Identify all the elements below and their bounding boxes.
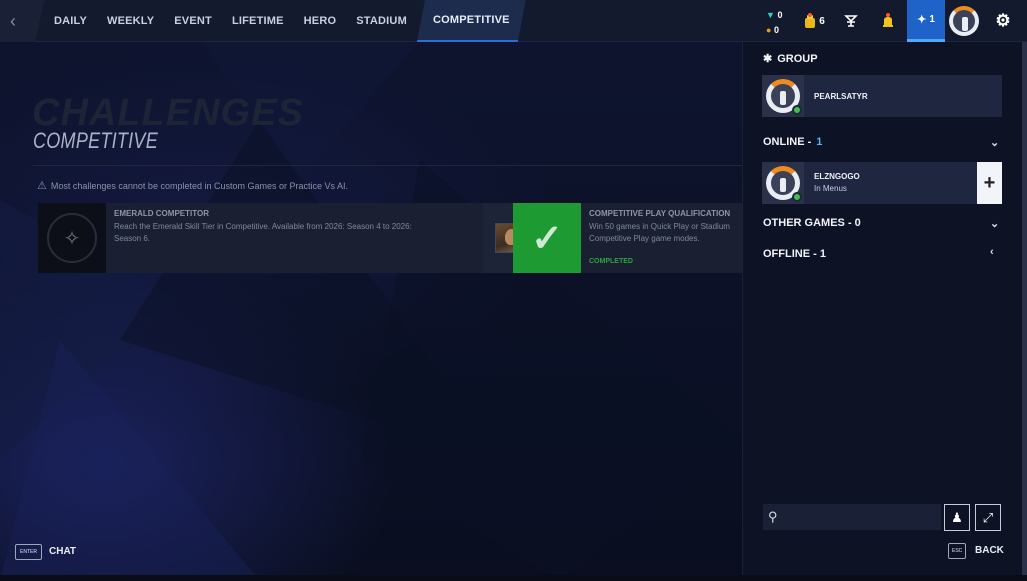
diamond-icon: ▼ — [766, 10, 775, 20]
lootbox-button[interactable]: 6 — [800, 0, 828, 42]
scrollbar[interactable] — [1022, 42, 1027, 575]
tab-daily[interactable]: DAILY — [44, 0, 97, 42]
group-member-name: PEARLSATYR — [814, 92, 868, 101]
tab-hero[interactable]: HERO — [294, 0, 347, 42]
expand-panel-button[interactable]: ⤢ — [975, 504, 1001, 531]
divider — [33, 165, 743, 166]
chevron-left-icon: ‹ — [10, 11, 16, 31]
tab-competitive[interactable]: COMPETITIVE — [417, 0, 526, 42]
tab-lifetime[interactable]: LIFETIME — [222, 0, 294, 42]
challenge-description: Win 50 games in Quick Play or Stadium Co… — [589, 222, 730, 243]
chevron-down-icon[interactable]: ⌄ — [990, 136, 999, 149]
trophy-icon — [844, 15, 858, 27]
other-games-label: OTHER GAMES - 0 — [763, 217, 861, 229]
challenge-card[interactable]: ✓ COMPETITIVE PLAY QUALIFICATION Win 50 … — [513, 203, 753, 273]
emerald-rank-icon: ✧ — [47, 213, 97, 263]
online-status-dot — [792, 192, 802, 202]
credits-value: 0 — [773, 25, 779, 35]
avatar — [762, 162, 804, 204]
other-games-header[interactable]: OTHER GAMES - 0 — [763, 217, 861, 229]
tab-weekly[interactable]: WEEKLY — [97, 0, 164, 42]
chat-key-hint: ENTER — [15, 544, 42, 560]
offline-label: OFFLINE - 1 — [763, 248, 826, 260]
currency-display: ▼ 0 ● 0 — [766, 8, 782, 38]
tab-stadium[interactable]: STADIUM — [346, 0, 417, 42]
chevron-left-icon[interactable]: ‹ — [990, 246, 994, 258]
chevron-down-icon[interactable]: ⌄ — [990, 217, 999, 230]
plus-icon: + — [983, 171, 996, 194]
avatar — [949, 6, 979, 36]
add-friend-icon: ♟ — [951, 509, 963, 525]
online-status-dot — [792, 105, 802, 115]
chat-button[interactable]: CHAT — [49, 546, 76, 557]
checkmark-icon: ✓ — [531, 217, 563, 260]
completed-label: COMPLETED — [589, 258, 633, 265]
paw-icon: ✱ — [763, 53, 773, 65]
friend-status: In Menus — [814, 184, 847, 193]
social-panel: ✱ GROUP PEARLSATYR ONLINE - 1 ⌄ ELZNGOGO… — [742, 42, 1022, 575]
warning-text: Most challenges cannot be completed in C… — [50, 180, 349, 191]
settings-button[interactable]: ⚙ — [988, 0, 1018, 42]
search-input[interactable] — [787, 507, 937, 527]
back-nav-button[interactable]: ‹ — [0, 0, 44, 42]
expand-icon: ⤢ — [982, 509, 994, 525]
group-member-row[interactable]: PEARLSATYR — [762, 75, 1002, 117]
challenge-card[interactable]: ✧ EMERALD COMPETITOR Reach the Emerald S… — [38, 203, 539, 273]
friend-search[interactable]: ⚲ — [763, 504, 941, 530]
gear-icon: ⚙ — [995, 11, 1011, 30]
friend-row[interactable]: ELZNGOGO In Menus + — [762, 162, 1002, 204]
group-label: GROUP — [777, 52, 818, 65]
invite-button[interactable]: + — [977, 162, 1002, 204]
online-label: ONLINE - — [763, 136, 812, 148]
challenge-tabs: DAILY WEEKLY EVENT LIFETIME HERO STADIUM… — [44, 0, 526, 42]
challenge-description: Reach the Emerald Skill Tier in Competit… — [114, 222, 412, 243]
notifications-button[interactable] — [876, 0, 900, 42]
profile-avatar-button[interactable] — [946, 0, 982, 42]
offline-header[interactable]: OFFLINE - 1 — [763, 248, 826, 260]
challenge-title: COMPETITIVE PLAY QUALIFICATION — [589, 209, 731, 218]
warning-message: ⚠ Most challenges cannot be completed in… — [37, 179, 348, 192]
online-count: 1 — [816, 136, 823, 148]
avatar — [762, 75, 804, 117]
group-header: ✱ GROUP — [763, 52, 818, 66]
esc-key-hint: ESC — [948, 543, 967, 559]
friends-button[interactable]: ✦ 1 — [907, 0, 945, 42]
add-friend-button[interactable]: ♟ — [944, 504, 970, 531]
search-icon: ⚲ — [768, 509, 778, 524]
warning-icon: ⚠ — [37, 180, 47, 192]
friends-icon: ✦ — [917, 14, 927, 26]
challenge-icon-box: ✓ — [513, 203, 581, 273]
challenge-icon-box: ✧ — [38, 203, 106, 273]
challenge-title: EMERALD COMPETITOR — [114, 209, 209, 218]
page-title: COMPETITIVE — [33, 128, 158, 153]
online-header[interactable]: ONLINE - 1 — [763, 136, 822, 148]
lootbox-count: 6 — [819, 15, 825, 27]
bell-icon — [883, 13, 893, 27]
coin-icon: ● — [766, 25, 772, 35]
friends-count: 1 — [929, 14, 935, 25]
screen: ‹ DAILY WEEKLY EVENT LIFETIME HERO STADI… — [0, 0, 1027, 581]
friend-name: ELZNGOGO — [814, 172, 860, 181]
lootbox-icon — [805, 13, 816, 28]
tab-event[interactable]: EVENT — [164, 0, 222, 42]
trophy-button[interactable] — [838, 0, 864, 42]
back-button[interactable]: BACK — [975, 545, 1004, 556]
legacy-credits-value: 0 — [777, 10, 783, 20]
top-nav-bar: ‹ DAILY WEEKLY EVENT LIFETIME HERO STADI… — [0, 0, 1027, 42]
bottom-strip — [0, 575, 1027, 581]
